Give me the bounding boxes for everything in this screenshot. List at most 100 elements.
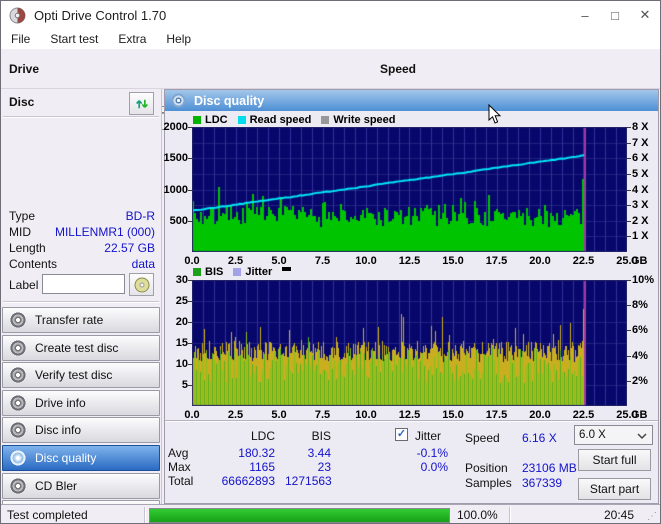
axis-tick-mark (188, 158, 192, 160)
clock-time: 20:45 (603, 508, 634, 522)
menu-item-help[interactable]: Help (156, 29, 201, 49)
axis-tick-mark (627, 220, 631, 222)
menu-bar: File Start test Extra Help (1, 29, 660, 49)
menu-item-file[interactable]: File (1, 29, 40, 49)
separator (3, 301, 159, 302)
axis-tick-mark (627, 236, 631, 238)
y-axis-tick-left: 5 (181, 379, 188, 391)
close-button[interactable]: ✕ (630, 1, 660, 29)
x-axis-unit: GB (631, 409, 648, 421)
test-speed-select[interactable]: 6.0 X (574, 425, 653, 445)
ldc-max-value: 1165 (249, 460, 275, 474)
rescan-disc-button[interactable] (129, 92, 154, 115)
axis-tick-mark (627, 280, 631, 281)
x-axis-tick: 10.0 (355, 255, 377, 267)
sidebar-item-label: Disc quality (35, 451, 97, 465)
legend-swatch-jitter (233, 268, 242, 276)
x-axis-tick: 5.0 (271, 409, 287, 421)
transfer-arrows-icon (134, 96, 150, 112)
jitter-checkbox-label: Jitter (415, 429, 442, 443)
legend-label-write-speed: Write speed (333, 114, 396, 126)
position-stat-label: Position (465, 461, 508, 475)
x-axis-tick: 17.5 (485, 409, 508, 421)
disc-label-input[interactable] (42, 274, 125, 294)
legend-marker (282, 267, 292, 271)
ldc-total-value: 66662893 (221, 474, 275, 488)
panel-header: Disc quality (165, 90, 658, 111)
sidebar-item-label: Create test disc (35, 340, 119, 355)
bis-chart-canvas (192, 280, 627, 406)
write-label-button[interactable] (129, 273, 154, 296)
axis-tick-mark (188, 301, 192, 302)
x-axis-tick: 20.0 (529, 409, 551, 421)
start-part-button[interactable]: Start part (578, 478, 651, 500)
sidebar-item-disc-quality[interactable]: Disc quality (2, 445, 160, 471)
bis-total-value: 1271563 (285, 474, 332, 488)
sidebar-item-verify-test-disc[interactable]: Verify test disc (2, 362, 160, 389)
axis-tick-mark (627, 355, 631, 357)
y-axis-tick-right: 2 X (632, 214, 649, 227)
disc-quality-icon (171, 93, 186, 108)
y-axis-tick-right: 6 X (632, 152, 649, 165)
y-axis-tick-left: 20 (175, 316, 188, 328)
sidebar-item-transfer-rate[interactable]: Transfer rate (2, 307, 160, 333)
sidebar-item-create-test-disc[interactable]: Create test disc (2, 334, 160, 361)
x-axis-tick: 2.5 (227, 255, 244, 267)
x-axis-unit: GB (631, 255, 648, 267)
speed-label: Speed (380, 62, 417, 76)
y-axis-tick-right: 8 X (632, 121, 649, 133)
disc-info-value: BD-R (125, 209, 155, 223)
disc-icon (10, 339, 26, 356)
progress-percent: 100.0% (457, 508, 498, 522)
y-axis-tick-left: 1500 (163, 152, 188, 165)
axis-tick-mark (188, 364, 192, 365)
axis-tick-mark (627, 189, 631, 191)
legend-swatch-ldc (193, 116, 201, 124)
disc-quality-panel: Disc quality LDC Read speed Write speed BI… (164, 89, 659, 504)
menu-item-start-test[interactable]: Start test (40, 29, 108, 49)
ldc-avg-value: 180.32 (238, 446, 275, 460)
speed-stat-value: 6.16 X (522, 431, 557, 445)
minimize-button[interactable]: – (570, 1, 600, 29)
x-axis-tick: 12.5 (398, 255, 421, 267)
x-axis-tick: 15.0 (442, 255, 464, 267)
menu-item-extra[interactable]: Extra (108, 29, 156, 49)
maximize-button[interactable]: □ (600, 1, 630, 29)
axis-tick-mark (627, 142, 631, 144)
drive-label: Drive (9, 62, 40, 76)
axis-tick-mark (188, 127, 192, 128)
disc-icon (10, 312, 26, 328)
y-axis-tick-right: 4% (632, 349, 648, 362)
sidebar-item-label: Disc info (35, 423, 82, 438)
title-bar: Opti Drive Control 1.70 – □ ✕ (1, 1, 660, 29)
x-axis-tick: 7.5 (314, 255, 331, 267)
y-axis-tick-right: 3 X (632, 199, 649, 212)
sidebar-item-disc-info[interactable]: Disc info (2, 417, 160, 444)
sidebar-item-cd-bler[interactable]: CD Bler (2, 472, 160, 499)
y-axis-tick-right: 6% (632, 324, 648, 337)
x-axis-tick: 15.0 (442, 409, 464, 421)
x-axis-tick: 20.0 (529, 255, 551, 267)
legend-swatch-bis (193, 268, 201, 276)
status-bar: Test completed 100.0% 20:45 ⋰ (1, 504, 660, 523)
x-axis-tick: 22.5 (572, 255, 595, 267)
sidebar-item-drive-info[interactable]: Drive info (2, 389, 160, 416)
y-axis-tick-right: 5 X (632, 167, 649, 180)
jitter-checkbox[interactable]: ✓ (395, 428, 408, 441)
stats-col-ldc: LDC (250, 429, 275, 443)
x-axis-tick: 10.0 (355, 409, 377, 421)
axis-tick-mark (188, 220, 192, 222)
axis-tick-mark (188, 343, 192, 344)
resize-grip-icon: ⋰ (647, 511, 658, 522)
app-window: Opti Drive Control 1.70 – □ ✕ File Start … (0, 0, 661, 524)
start-full-button[interactable]: Start full (578, 449, 651, 471)
y-axis-tick-right: 8% (632, 299, 648, 312)
legend-label-ldc: LDC (205, 114, 228, 126)
disc-icon (134, 277, 150, 293)
separator (3, 116, 159, 117)
y-axis-tick-left: 500 (169, 214, 188, 227)
disc-info-row-type: Type BD-R (9, 209, 155, 223)
samples-stat-label: Samples (465, 476, 512, 490)
separator (144, 507, 145, 523)
ldc-chart-canvas (192, 127, 627, 252)
